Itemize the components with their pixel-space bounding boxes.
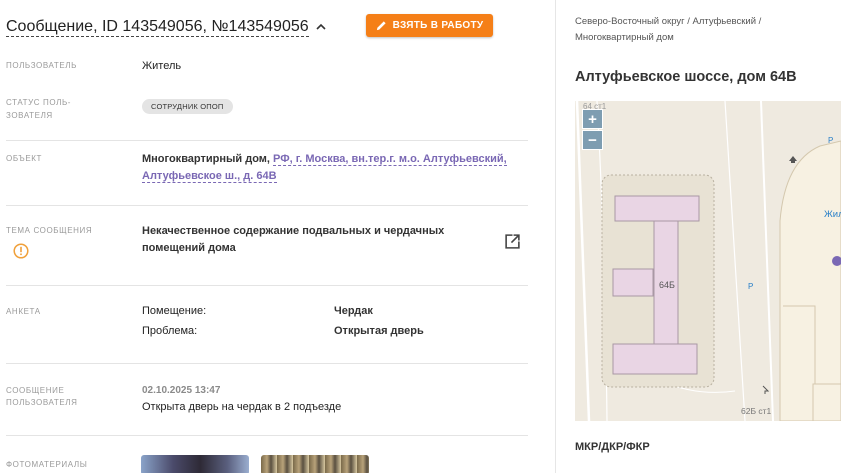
user-status-label-2: ЗОВАТЕЛЯ <box>6 111 53 120</box>
object-value: Многоквартирный дом, РФ, г. Москва, вн.т… <box>142 151 507 168</box>
warning-icon <box>13 243 29 259</box>
breadcrumb: Северо-Восточный округ / Алтуфьевский / … <box>575 14 825 46</box>
repair-program-label: МКР/ДКР/ФКР <box>575 441 650 453</box>
map-label-building: 64Б <box>659 280 675 290</box>
map[interactable]: + − 64 ст1 64Б 62Б ст1 Жил P P <box>575 101 841 421</box>
object-address-link-1[interactable]: РФ, г. Москва, вн.тер.г. м.о. Алтуфьевск… <box>273 153 507 166</box>
topic-label: ТЕМА СООБЩЕНИЯ <box>6 226 93 235</box>
open-external-icon[interactable] <box>504 233 521 250</box>
photo-thumbnail-2[interactable] <box>261 455 369 473</box>
breadcrumb-line-1: Северо-Восточный округ / Алтуфьевский / <box>575 16 762 27</box>
breadcrumb-line-2: Многоквартирный дом <box>575 32 674 43</box>
object-label: ОБЪЕКТ <box>6 154 43 163</box>
object-address-link-2[interactable]: Алтуфьевское ш., д. 64В <box>142 170 277 183</box>
survey-value-1: Чердак <box>334 305 373 317</box>
photos-label: ФОТОМАТЕРИАЛЫ <box>6 460 88 469</box>
message-text: Открыта дверь на чердак в 2 подъезде <box>142 401 342 413</box>
map-label-right: Жил <box>824 209 841 220</box>
user-status-label-1: СТАТУС ПОЛЬ- <box>6 98 72 107</box>
user-label: ПОЛЬЗОВАТЕЛЬ <box>6 61 77 70</box>
survey-key-2: Проблема: <box>142 325 198 337</box>
object-value-line2: Алтуфьевское ш., д. 64В <box>142 168 277 185</box>
zoom-out-button[interactable]: − <box>582 130 603 150</box>
location-sidebar: Северо-Восточный округ / Алтуфьевский / … <box>556 0 841 473</box>
status-badge: СОТРУДНИК ОПОП <box>142 99 233 114</box>
user-value: Житель <box>142 60 182 72</box>
divider <box>6 140 528 141</box>
message-date: 02.10.2025 13:47 <box>142 385 221 396</box>
map-label-top: 64 ст1 <box>583 102 607 111</box>
user-message-label-2: ПОЛЬЗОВАТЕЛЯ <box>6 398 78 407</box>
photo-thumbnail-1[interactable] <box>141 455 249 473</box>
pencil-icon <box>376 21 386 31</box>
page-title[interactable]: Сообщение, ID 143549056, №143549056 <box>6 17 309 37</box>
parking-label-2: P <box>748 282 754 291</box>
topic-line-2: помещений дома <box>142 242 236 254</box>
object-type: Многоквартирный дом, <box>142 153 270 165</box>
map-label-bottom: 62Б ст1 <box>741 406 772 416</box>
take-to-work-button[interactable]: ВЗЯТЬ В РАБОТУ <box>366 14 493 37</box>
chevron-up-icon[interactable] <box>315 21 327 33</box>
user-message-label-1: СООБЩЕНИЕ <box>6 386 65 395</box>
topic-line-1: Некачественное содержание подвальных и ч… <box>142 225 445 237</box>
survey-value-2: Открытая дверь <box>334 325 424 337</box>
take-to-work-label: ВЗЯТЬ В РАБОТУ <box>392 20 484 31</box>
message-header: Сообщение, ID 143549056, №143549056 <box>6 17 327 37</box>
survey-label: АНКЕТА <box>6 307 41 316</box>
survey-key-1: Помещение: <box>142 305 207 317</box>
divider <box>6 285 528 286</box>
divider <box>6 205 528 206</box>
divider <box>6 435 528 436</box>
map-canvas <box>575 101 841 421</box>
address-title: Алтуфьевское шоссе, дом 64В <box>575 69 797 85</box>
parking-label-1: P <box>828 136 834 145</box>
divider <box>6 363 528 364</box>
zoom-in-button[interactable]: + <box>582 109 603 129</box>
message-details-panel: Сообщение, ID 143549056, №143549056 ВЗЯТ… <box>0 0 555 473</box>
